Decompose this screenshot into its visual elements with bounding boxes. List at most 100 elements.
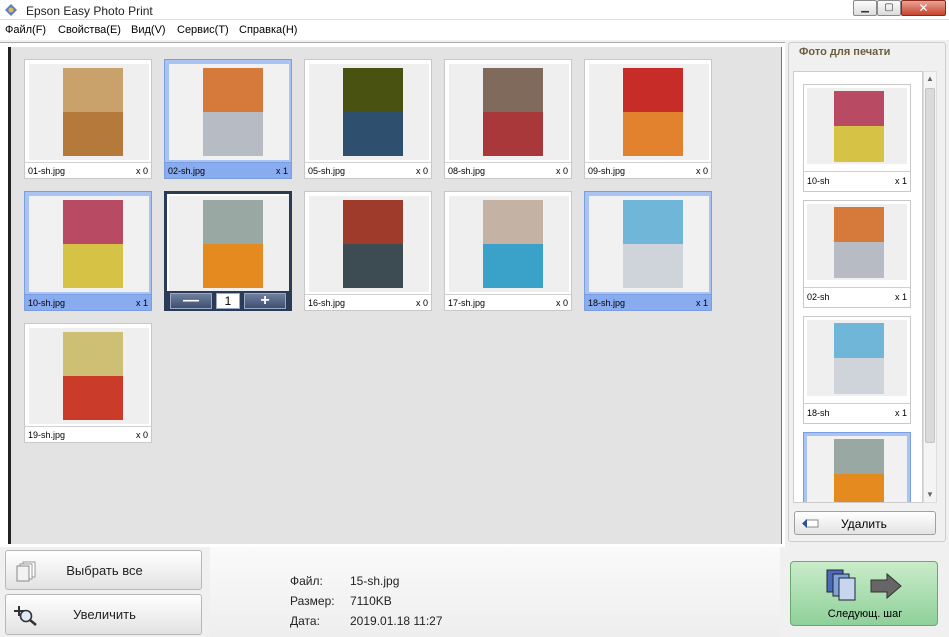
photo-footer: 09-sh.jpg x 0 bbox=[585, 162, 711, 178]
print-item-name: 10-sh bbox=[807, 176, 830, 186]
photo-grid-area: 01-sh.jpg x 0 02-sh.jpg x 1 05-sh.jpg x … bbox=[0, 42, 785, 547]
paper-preview bbox=[29, 196, 149, 292]
print-list-scrollbar[interactable]: ▲ ▼ bbox=[923, 71, 937, 503]
photo-thumb[interactable]: 01-sh.jpg x 0 bbox=[24, 59, 152, 179]
photo-filename: 10-sh.jpg bbox=[28, 298, 66, 308]
photo-footer: 08-sh.jpg x 0 bbox=[445, 162, 571, 178]
close-button[interactable]: ✕ bbox=[901, 0, 946, 16]
photo-count: x 0 bbox=[695, 166, 708, 176]
photo-count: x 0 bbox=[555, 298, 568, 308]
photo-footer: 02-sh.jpg x 1 bbox=[165, 162, 291, 178]
print-item[interactable]: 02-sh x 1 bbox=[803, 200, 911, 308]
info-file-label: Файл: bbox=[290, 574, 323, 588]
grid-border bbox=[781, 47, 782, 544]
minimize-button[interactable]: ▁ bbox=[853, 0, 877, 16]
photo-image bbox=[483, 112, 543, 156]
photo-filename: 05-sh.jpg bbox=[308, 166, 346, 176]
select-all-label: Выбрать все bbox=[66, 563, 143, 578]
photo-image bbox=[203, 68, 263, 112]
scroll-thumb[interactable] bbox=[925, 88, 935, 443]
photo-image bbox=[203, 200, 263, 244]
print-panel-title: Фото для печати bbox=[797, 46, 893, 58]
photo-thumb[interactable]: 05-sh.jpg x 0 bbox=[304, 59, 432, 179]
photo-image bbox=[623, 112, 683, 156]
zoom-button[interactable]: Увеличить bbox=[5, 594, 202, 635]
menu-file[interactable]: Файл(F) bbox=[5, 24, 46, 36]
photo-thumb[interactable]: 10-sh.jpg x 1 bbox=[24, 191, 152, 311]
scroll-down-icon[interactable]: ▼ bbox=[924, 488, 936, 502]
maximize-button[interactable]: ▢ bbox=[877, 0, 901, 16]
print-item[interactable]: 10-sh x 1 bbox=[803, 84, 911, 192]
photo-image bbox=[834, 439, 884, 475]
photo-thumb[interactable]: 08-sh.jpg x 0 bbox=[444, 59, 572, 179]
zoom-label: Увеличить bbox=[73, 607, 136, 622]
select-all-button[interactable]: Выбрать все bbox=[5, 550, 202, 590]
decrease-button[interactable]: — bbox=[170, 293, 212, 309]
photo-image bbox=[623, 244, 683, 288]
paper-preview bbox=[29, 328, 149, 424]
print-item-count: x 1 bbox=[894, 292, 907, 302]
photo-filename: 09-sh.jpg bbox=[588, 166, 626, 176]
bottom-bar: Выбрать все Увеличить Файл: 15-sh.jpg Ра… bbox=[0, 547, 949, 637]
next-step-label: Следующ. шаг bbox=[827, 608, 903, 620]
menu-view[interactable]: Вид(V) bbox=[131, 24, 166, 36]
increase-button[interactable]: + bbox=[244, 293, 286, 309]
photo-image bbox=[623, 200, 683, 244]
photo-filename: 02-sh.jpg bbox=[168, 166, 206, 176]
paper-preview bbox=[807, 320, 907, 396]
menu-bar: Файл(F) Свойства(E) Вид(V) Сервис(T) Спр… bbox=[0, 20, 949, 40]
photo-thumb-active[interactable]: — 1 + bbox=[164, 191, 292, 311]
photo-image bbox=[343, 112, 403, 156]
title-bar: Epson Easy Photo Print ▁ ▢ ✕ bbox=[0, 0, 949, 20]
print-photos-panel: Фото для печати 10-sh x 1 02-sh x 1 18-s… bbox=[788, 42, 946, 542]
print-list[interactable]: 10-sh x 1 02-sh x 1 18-sh x 1 bbox=[793, 71, 923, 503]
photo-image bbox=[63, 376, 123, 420]
photo-thumb[interactable]: 17-sh.jpg x 0 bbox=[444, 191, 572, 311]
photo-count: x 1 bbox=[275, 166, 288, 176]
photo-thumb[interactable]: 19-sh.jpg x 0 bbox=[24, 323, 152, 443]
photo-thumb[interactable]: 18-sh.jpg x 1 bbox=[584, 191, 712, 311]
paper-preview bbox=[449, 196, 569, 292]
paper-preview bbox=[309, 64, 429, 160]
paper-preview bbox=[169, 64, 289, 160]
photo-thumb[interactable]: 02-sh.jpg x 1 bbox=[164, 59, 292, 179]
info-date-label: Дата: bbox=[290, 614, 320, 628]
photo-footer: 18-sh.jpg x 1 bbox=[585, 294, 711, 310]
photo-image bbox=[834, 242, 884, 278]
print-item[interactable]: 15-sh x 1 bbox=[803, 432, 911, 502]
next-step-button[interactable]: Следующ. шаг bbox=[790, 561, 938, 626]
photo-image bbox=[834, 323, 884, 359]
print-item-count: x 1 bbox=[894, 408, 907, 418]
photo-image bbox=[63, 68, 123, 112]
print-item-name: 02-sh bbox=[807, 292, 830, 302]
print-item[interactable]: 18-sh x 1 bbox=[803, 316, 911, 424]
photo-filename: 19-sh.jpg bbox=[28, 430, 66, 440]
photo-filename: 16-sh.jpg bbox=[308, 298, 346, 308]
photo-thumb[interactable]: 16-sh.jpg x 0 bbox=[304, 191, 432, 311]
window-title: Epson Easy Photo Print bbox=[26, 4, 153, 18]
menu-properties[interactable]: Свойства(E) bbox=[58, 24, 121, 36]
print-item-footer: 10-sh x 1 bbox=[804, 171, 910, 189]
photo-thumb[interactable]: 09-sh.jpg x 0 bbox=[584, 59, 712, 179]
close-icon: ✕ bbox=[918, 1, 929, 15]
photo-count: x 0 bbox=[415, 298, 428, 308]
photo-image bbox=[343, 200, 403, 244]
paper-preview bbox=[807, 204, 907, 280]
photo-image bbox=[203, 112, 263, 156]
paper-preview bbox=[589, 196, 709, 292]
photo-filename: 17-sh.jpg bbox=[448, 298, 486, 308]
info-file-value: 15-sh.jpg bbox=[350, 574, 400, 588]
quantity-value[interactable]: 1 bbox=[216, 293, 240, 309]
photo-image bbox=[834, 474, 884, 502]
photo-image bbox=[63, 112, 123, 156]
photo-filename: 01-sh.jpg bbox=[28, 166, 66, 176]
photo-image bbox=[343, 244, 403, 288]
menu-service[interactable]: Сервис(T) bbox=[177, 24, 229, 36]
photo-count: x 0 bbox=[135, 430, 148, 440]
photo-footer: 01-sh.jpg x 0 bbox=[25, 162, 151, 178]
photo-grid: 01-sh.jpg x 0 02-sh.jpg x 1 05-sh.jpg x … bbox=[8, 47, 781, 544]
delete-button[interactable]: Удалить bbox=[794, 511, 936, 535]
scroll-up-icon[interactable]: ▲ bbox=[924, 72, 936, 86]
photo-image bbox=[63, 244, 123, 288]
menu-help[interactable]: Справка(H) bbox=[239, 24, 297, 36]
